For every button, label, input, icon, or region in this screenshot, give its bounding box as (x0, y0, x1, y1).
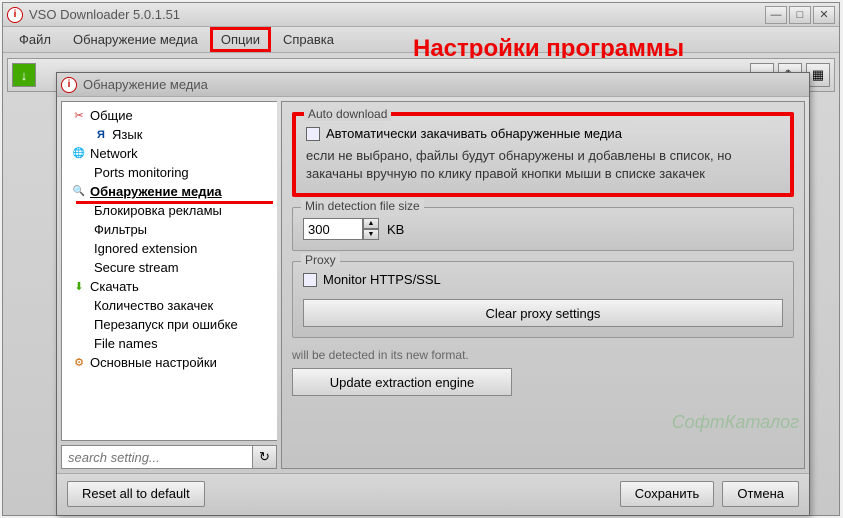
auto-download-checkbox[interactable] (306, 127, 320, 141)
tree-item[interactable]: Ignored extension (62, 239, 277, 258)
tree-item-label: Количество закачек (94, 298, 213, 313)
tree-panel: Общие Язык Network Ports monitoring Обнаруже… (57, 97, 281, 473)
menu-media-detection[interactable]: Обнаружение медиа (63, 28, 208, 51)
tree-item[interactable]: File names (62, 334, 277, 353)
close-button[interactable]: ✕ (813, 6, 835, 24)
tree-item-label: Network (90, 146, 138, 161)
options-dialog: i Обнаружение медиа Общие Язык Network Port… (56, 72, 810, 516)
menu-file[interactable]: Файл (9, 28, 61, 51)
main-window-controls: — □ ✕ (765, 6, 835, 24)
tree-item-label: Ignored extension (94, 241, 197, 256)
tree-item-label: File names (94, 336, 158, 351)
tree-item-label: Основные настройки (90, 355, 217, 370)
search-input[interactable] (61, 445, 253, 469)
ic-net-icon (72, 147, 86, 161)
tree-item-label: Ports monitoring (94, 165, 189, 180)
cancel-button[interactable]: Отмена (722, 481, 799, 507)
settings-tree[interactable]: Общие Язык Network Ports monitoring Обнаруже… (61, 101, 277, 441)
tree-item-label: Общие (90, 108, 133, 123)
ic-down-icon (72, 280, 86, 294)
dialog-title: Обнаружение медиа (83, 77, 805, 92)
tree-item-label: Перезапуск при ошибке (94, 317, 238, 332)
truncated-text: will be detected in its new format. (292, 348, 794, 362)
save-button[interactable]: Сохранить (620, 481, 715, 507)
tree-item[interactable]: Общие (62, 106, 277, 125)
ic-search-icon (72, 185, 86, 199)
maximize-button[interactable]: □ (789, 6, 811, 24)
menu-help[interactable]: Справка (273, 28, 344, 51)
tree-item-label: Фильтры (94, 222, 147, 237)
main-titlebar: i VSO Downloader 5.0.1.51 — □ ✕ (3, 3, 839, 27)
menu-options[interactable]: Опции (210, 27, 271, 52)
tree-item[interactable]: Ports monitoring (62, 163, 277, 182)
tree-item-label: Блокировка рекламы (94, 203, 222, 218)
download-icon[interactable]: ↓ (12, 63, 36, 87)
clear-proxy-button[interactable]: Clear proxy settings (303, 299, 783, 327)
proxy-legend: Proxy (301, 253, 340, 267)
spinner-up-icon[interactable]: ▲ (363, 218, 379, 229)
proxy-group: Proxy Monitor HTTPS/SSL Clear proxy sett… (292, 261, 794, 338)
app-icon: i (7, 7, 23, 23)
dialog-footer: Reset all to default Сохранить Отмена (57, 473, 809, 513)
min-size-legend: Min detection file size (301, 199, 424, 213)
min-size-input[interactable] (303, 218, 363, 240)
selection-underline (76, 201, 273, 204)
content-panel: Auto download Автоматически закачивать о… (281, 97, 809, 473)
tree-item[interactable]: Network (62, 144, 277, 163)
minimize-button[interactable]: — (765, 6, 787, 24)
ic-gear-icon (72, 356, 86, 370)
ic-tool-icon (72, 109, 86, 123)
auto-download-label: Автоматически закачивать обнаруженные ме… (326, 126, 622, 141)
spinner-down-icon[interactable]: ▼ (363, 229, 379, 240)
dialog-titlebar: i Обнаружение медиа (57, 73, 809, 97)
min-size-group: Min detection file size ▲ ▼ KB (292, 207, 794, 251)
tree-item[interactable]: Скачать (62, 277, 277, 296)
search-button[interactable]: ↻ (253, 445, 277, 469)
monitor-https-label: Monitor HTTPS/SSL (323, 272, 441, 287)
tree-item-label: Secure stream (94, 260, 179, 275)
auto-download-legend: Auto download (304, 107, 391, 121)
tree-item[interactable]: Количество закачек (62, 296, 277, 315)
main-window-title: VSO Downloader 5.0.1.51 (29, 7, 765, 22)
auto-download-description: если не выбрано, файлы будут обнаружены … (306, 147, 780, 183)
dialog-icon: i (61, 77, 77, 93)
tree-item[interactable]: Фильтры (62, 220, 277, 239)
tree-item[interactable]: Secure stream (62, 258, 277, 277)
auto-download-group: Auto download Автоматически закачивать о… (292, 112, 794, 197)
tree-item-label: Скачать (90, 279, 139, 294)
tree-item[interactable]: Перезапуск при ошибке (62, 315, 277, 334)
update-extraction-button[interactable]: Update extraction engine (292, 368, 512, 396)
ic-lang-icon (94, 128, 108, 142)
tree-item[interactable]: Язык (62, 125, 277, 144)
min-size-unit: KB (387, 222, 404, 237)
tree-item[interactable]: Основные настройки (62, 353, 277, 372)
tree-item-label: Обнаружение медиа (90, 184, 222, 199)
tree-item-label: Язык (112, 127, 142, 142)
monitor-https-checkbox[interactable] (303, 273, 317, 287)
tree-item[interactable]: Обнаружение медиа (62, 182, 277, 201)
reset-button[interactable]: Reset all to default (67, 481, 205, 507)
